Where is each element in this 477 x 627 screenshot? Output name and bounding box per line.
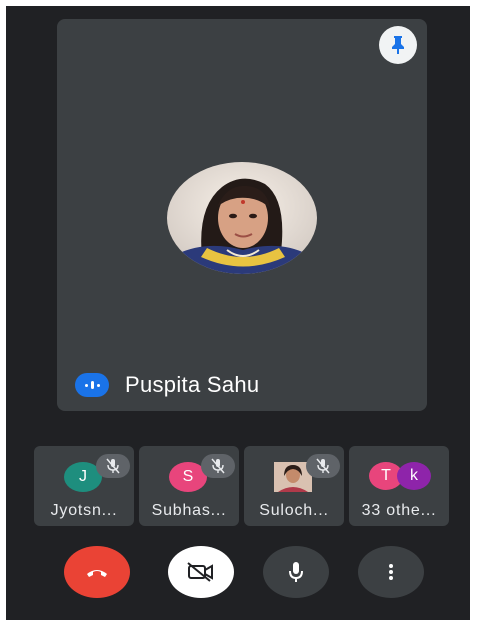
participant-strip: J Jyotsn... S Subhas... Suloch... T k 33… [34,446,450,526]
others-count: 33 othe... [361,502,437,519]
speaker-name: Puspita Sahu [125,372,260,397]
pin-icon [392,36,404,54]
participant-name: Subhas... [151,502,227,519]
others-tile[interactable]: T k 33 othe... [349,446,449,526]
muted-mic-icon [201,454,235,478]
end-call-icon [87,570,107,577]
end-call-button[interactable] [64,546,130,598]
avatar: k [397,462,431,490]
participant-tile[interactable]: Suloch... [244,446,344,526]
muted-mic-icon [96,454,130,478]
speaker-name-row: Puspita Sahu [75,372,259,398]
camera-off-icon [187,562,213,582]
participant-tile[interactable]: S Subhas... [139,446,239,526]
muted-mic-icon [306,454,340,478]
participant-tile[interactable]: J Jyotsn... [34,446,134,526]
meet-call-screen: Puspita Sahu J Jyotsn... S Subhas... Sul… [6,6,470,620]
participant-name: Jyotsn... [50,502,118,519]
speaking-indicator-icon [75,373,109,397]
pin-button[interactable] [379,26,417,64]
main-speaker-tile[interactable]: Puspita Sahu [57,19,427,411]
more-options-button[interactable] [358,546,424,598]
participant-name: Suloch... [259,502,329,519]
mic-icon [289,562,303,582]
call-controls [64,546,434,598]
mic-toggle-button[interactable] [263,546,329,598]
camera-toggle-button[interactable] [168,546,234,598]
more-options-icon [389,564,393,580]
speaker-avatar [167,162,317,274]
